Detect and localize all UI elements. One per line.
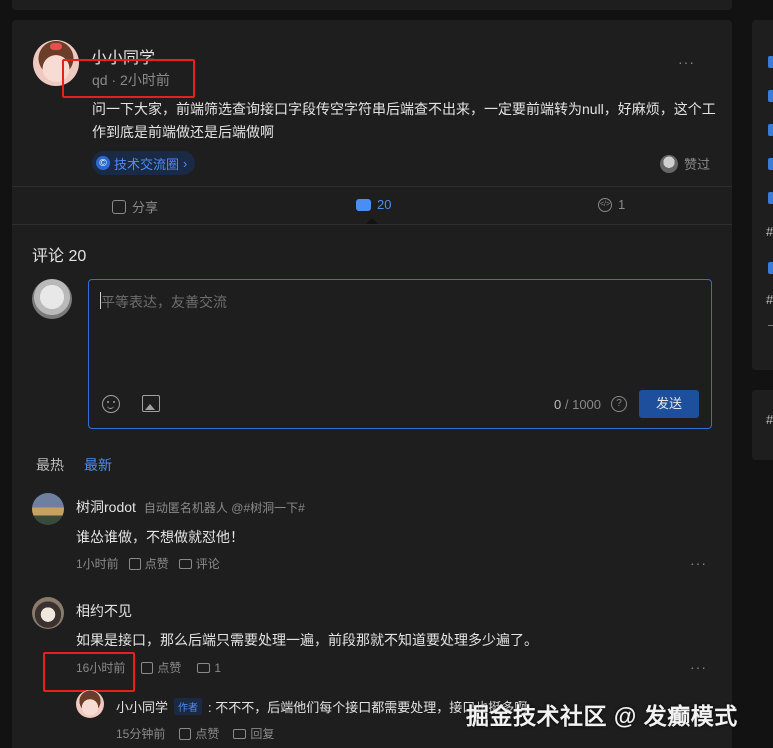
divider — [12, 224, 732, 225]
sidebar-icon[interactable] — [768, 90, 773, 102]
sidebar-hash: # — [766, 292, 773, 307]
liker-avatar — [660, 154, 678, 173]
share-button[interactable]: 分享 — [112, 197, 158, 216]
topic-label: 技术交流圈 — [114, 156, 180, 172]
sort-new-tab[interactable]: 最新 — [84, 455, 112, 475]
comment-input[interactable] — [101, 292, 699, 372]
divider — [12, 186, 732, 187]
comment-text: 如果是接口，那么后端只需要处理一遍，前段那就不知道要处理多少遍了。 — [76, 632, 538, 648]
reply-reply-button[interactable]: 回复 — [233, 725, 274, 742]
commenter-avatar[interactable] — [32, 597, 64, 629]
comment-like-button[interactable]: 点赞 — [141, 659, 181, 676]
text-caret — [100, 292, 101, 309]
more-icon[interactable]: ··· — [678, 54, 695, 70]
char-counter: 0 / 1000 — [554, 397, 602, 412]
reply-like-button[interactable]: 点赞 — [179, 725, 219, 742]
commenter-avatar[interactable] — [32, 493, 64, 525]
comment-icon — [233, 728, 247, 739]
replier-avatar[interactable] — [76, 690, 104, 718]
comment-button[interactable]: 20 — [356, 197, 391, 212]
active-tab-caret — [366, 218, 378, 224]
reply-label: 评论 — [195, 557, 220, 571]
comment-time: 1小时前 — [76, 557, 119, 571]
comment-icon — [178, 558, 192, 569]
reply-count: 1 — [214, 660, 222, 675]
help-icon[interactable]: ? — [611, 396, 627, 412]
liked-by: 赞过 — [660, 154, 710, 173]
sidebar-hash: # — [766, 224, 773, 239]
comment-reply-button[interactable]: 1 — [197, 661, 221, 675]
like-label: 点赞 — [195, 727, 220, 741]
more-icon[interactable]: ··· — [690, 659, 707, 675]
topic-icon: © — [96, 156, 110, 170]
commenter-subtitle: 自动匿名机器人 @#树洞一下# — [143, 501, 305, 515]
chevron-right-icon: › — [183, 155, 188, 171]
topic-tag[interactable]: © 技术交流圈 › — [92, 151, 196, 175]
post-content: 问一下大家，前端筛选查询接口字段传空字符串后端查不出来，一定要前端转为null，… — [92, 101, 716, 140]
reply-time: 15分钟前 — [116, 727, 166, 741]
liked-label: 赞过 — [684, 157, 711, 172]
sort-hot-tab[interactable]: 最热 — [36, 455, 64, 475]
comments-title: 评论 20 — [32, 248, 87, 265]
comment-reply-button[interactable]: 评论 — [178, 555, 220, 572]
highlight-box — [43, 652, 135, 692]
send-button[interactable]: 发送 — [639, 390, 699, 418]
share-icon — [112, 199, 126, 214]
comment-icon — [197, 662, 211, 673]
sidebar-icon[interactable] — [768, 192, 773, 204]
highlight-box — [62, 59, 195, 98]
counter-max: 1000 — [572, 397, 602, 412]
like-label: 点赞 — [157, 661, 182, 675]
commenter-name[interactable]: 树洞rodot — [76, 497, 136, 517]
reply-text: : 不不不，后端他们每个接口都需要处理， — [208, 700, 450, 715]
comment-count: 20 — [377, 197, 392, 212]
comment-meta: 1小时前 点赞 评论 — [76, 555, 220, 572]
counter-current: 0 — [554, 397, 562, 412]
reply-meta: 15分钟前 点赞 回复 — [116, 725, 274, 742]
watermark: 掘金技术社区 @ 发癫模式 — [466, 703, 738, 729]
like-icon: </> — [598, 197, 612, 212]
like-icon — [179, 727, 192, 740]
sidebar-divider — [768, 325, 773, 326]
like-icon — [141, 661, 154, 674]
replier-name[interactable]: 小小同学 — [116, 697, 168, 716]
more-icon[interactable]: ··· — [690, 555, 707, 571]
share-label: 分享 — [132, 200, 159, 215]
sidebar-icon[interactable] — [768, 262, 773, 274]
comment-text: 谁怂谁做，不想做就怼他！ — [76, 529, 244, 545]
sidebar-icon[interactable] — [768, 56, 773, 68]
sidebar-icon[interactable] — [768, 124, 773, 136]
like-count: 1 — [618, 197, 626, 212]
sidebar-hash: # — [766, 412, 773, 427]
comment-like-button[interactable]: 点赞 — [128, 555, 169, 572]
comment-icon — [356, 198, 371, 211]
comment-header: 树洞rodot 自动匿名机器人 @#树洞一下# — [76, 497, 305, 517]
image-icon[interactable] — [142, 395, 160, 412]
commenter-name[interactable]: 相约不见 — [76, 601, 132, 621]
sidebar-icon[interactable] — [768, 158, 773, 170]
emoji-icon[interactable] — [102, 395, 120, 413]
like-button[interactable]: </> 1 — [598, 197, 625, 212]
author-badge: 作者 — [174, 698, 203, 715]
my-avatar — [32, 279, 72, 319]
like-icon — [128, 557, 141, 570]
previous-card — [12, 0, 732, 10]
reply-label: 回复 — [250, 727, 275, 741]
like-label: 点赞 — [144, 557, 169, 571]
